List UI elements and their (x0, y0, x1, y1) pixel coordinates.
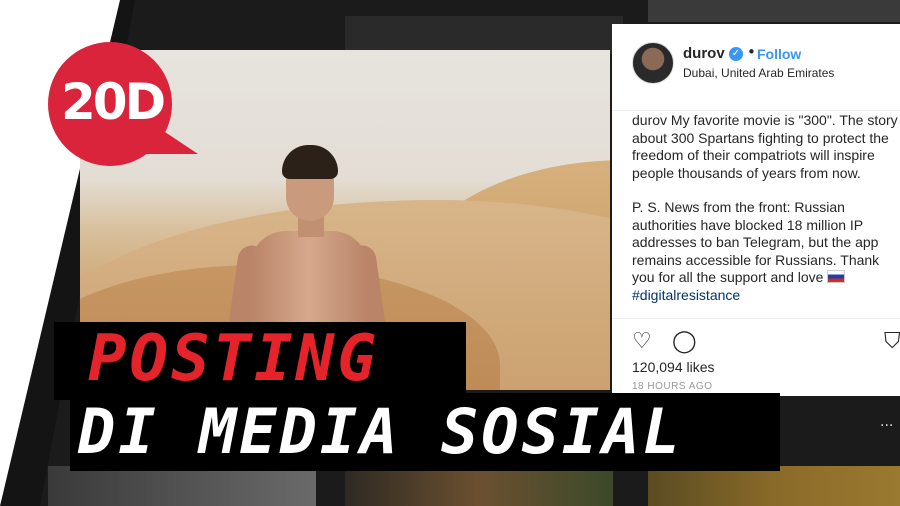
instagram-post-panel: durov ✓ • Follow Dubai, United Arab Emir… (612, 24, 900, 396)
caption-paragraph: durov My favorite movie is "300". The st… (632, 112, 898, 181)
logo-text: 20D (61, 73, 166, 131)
background-thumbnail (345, 466, 613, 506)
post-header: durov ✓ • Follow Dubai, United Arab Emir… (612, 24, 900, 111)
like-count[interactable]: 120,094 likes (632, 359, 715, 375)
heart-icon[interactable]: ♡ (632, 329, 652, 354)
hashtag-link[interactable]: #digitalresistance (632, 287, 740, 303)
background-thumbnail-top-right (648, 0, 900, 22)
follow-button[interactable]: Follow (757, 46, 801, 62)
overlay-title-line2: DI MEDIA SOSIAL (78, 395, 683, 468)
avatar[interactable] (632, 42, 674, 84)
background-thumbnail-top (345, 16, 623, 54)
username[interactable]: durov (683, 45, 725, 62)
background-thumbnail (648, 466, 900, 506)
post-caption: durov My favorite movie is "300". The st… (632, 112, 900, 304)
comment-icon[interactable]: ◯ (672, 329, 697, 354)
location-link[interactable]: Dubai, United Arab Emirates (683, 66, 834, 80)
bookmark-icon[interactable]: ⛉ (884, 329, 900, 354)
more-options-icon[interactable]: ... (880, 414, 893, 430)
overlay-title-line1: POSTING (88, 322, 379, 396)
post-timestamp: 18 HOURS AGO (632, 381, 713, 392)
russia-flag-icon (827, 270, 846, 283)
background-thumbnail (48, 466, 316, 506)
separator-dot: • (747, 43, 756, 61)
caption-paragraph: P. S. News from the front: Russian autho… (632, 199, 900, 304)
post-actions: ♡ ◯ ⛉ 120,094 likes 18 HOURS AGO (612, 318, 900, 396)
channel-logo: 20D (48, 42, 198, 166)
verified-badge-icon: ✓ (729, 47, 743, 61)
